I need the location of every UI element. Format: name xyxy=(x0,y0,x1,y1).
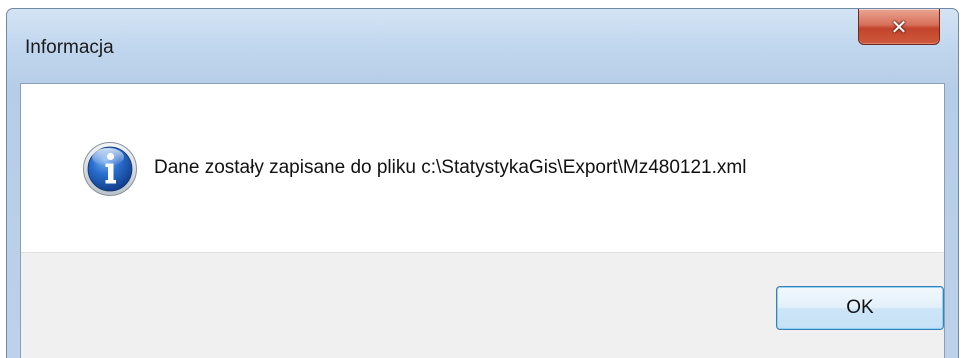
title-bar[interactable]: Informacja ✕ xyxy=(7,9,958,81)
ok-button[interactable]: OK xyxy=(776,286,944,330)
close-button[interactable]: ✕ xyxy=(858,9,940,45)
dialog-window: Informacja ✕ Dane zostały zapisane do pl… xyxy=(6,8,959,358)
message-text: Dane zostały zapisane do pliku c:\Statys… xyxy=(154,157,747,178)
button-bar: OK xyxy=(21,252,944,358)
window-title: Informacja xyxy=(25,37,114,58)
info-icon xyxy=(83,142,137,196)
message-area: Dane zostały zapisane do pliku c:\Statys… xyxy=(21,84,944,252)
close-icon: ✕ xyxy=(890,14,908,39)
dialog-client-area: Dane zostały zapisane do pliku c:\Statys… xyxy=(20,83,945,358)
